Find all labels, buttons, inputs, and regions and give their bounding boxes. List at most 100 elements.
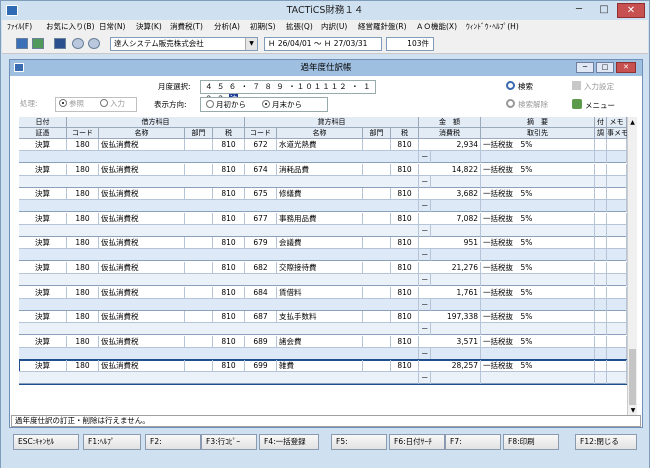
cell-dname[interactable]: 仮払消費税	[99, 360, 185, 373]
menu-extension[interactable]: 拡張(Q)	[286, 20, 313, 34]
menu-analysis[interactable]: 分析(A)	[214, 20, 240, 34]
cell-date[interactable]: 決算	[19, 286, 67, 299]
cell-empty[interactable]	[363, 360, 391, 373]
export-icon[interactable]	[32, 38, 44, 49]
cell-ccode[interactable]: 677	[245, 212, 277, 225]
row-sub[interactable]: －	[19, 224, 627, 237]
cell-sub[interactable]	[595, 274, 607, 286]
cell-empty[interactable]	[595, 163, 607, 176]
cell-cname[interactable]: 諸会費	[277, 335, 363, 348]
cell-sub-marker[interactable]: －	[419, 249, 431, 262]
cell-dcode[interactable]: 180	[67, 163, 99, 176]
cell-empty[interactable]	[363, 163, 391, 176]
cell-dname[interactable]: 仮払消費税	[99, 163, 185, 176]
cell-dtax[interactable]: 810	[213, 188, 245, 201]
cell-sub[interactable]	[19, 298, 419, 311]
inner-close-button[interactable]: ✕	[616, 62, 636, 73]
cell-dtax[interactable]: 810	[213, 360, 245, 373]
month-selector[interactable]: ４ ５ ６ ・ ７ ８ ９ ・１０１１１２ ・ １ ２ ３ 決	[200, 80, 376, 103]
menu-settlement[interactable]: 決算(K)	[136, 20, 162, 34]
row-sub[interactable]: －	[19, 372, 627, 385]
cell-sub[interactable]	[431, 249, 481, 262]
cell-cname[interactable]: 会議費	[277, 237, 363, 250]
f4-bulk-register-button[interactable]: F4:一括登録	[259, 434, 319, 450]
dir-last-radio[interactable]: 月末から	[262, 99, 302, 111]
cell-empty[interactable]	[363, 311, 391, 324]
cell-date[interactable]: 決算	[19, 163, 67, 176]
cell-sub[interactable]	[595, 224, 607, 237]
row-main[interactable]: 決算 180 仮払消費税 810 699 雑費 810 28,257 一括税抜 5%	[19, 360, 627, 373]
cell-sub-marker[interactable]: －	[419, 323, 431, 336]
cell-dcode[interactable]: 180	[67, 139, 99, 151]
cell-empty[interactable]	[185, 139, 213, 151]
search-button[interactable]: 検索	[506, 81, 533, 93]
cell-dcode[interactable]: 180	[67, 262, 99, 274]
cell-empty[interactable]	[363, 286, 391, 299]
f7-button[interactable]: F7:	[445, 434, 501, 450]
cell-empty[interactable]	[607, 311, 627, 324]
row-sub[interactable]: －	[19, 200, 627, 213]
row-sub[interactable]: －	[19, 323, 627, 336]
cell-empty[interactable]	[185, 335, 213, 348]
f6-date-search-button[interactable]: F6:日付ｻｰﾁ	[389, 434, 445, 450]
cell-sub[interactable]	[431, 151, 481, 163]
cell-amount[interactable]: 14,822	[419, 163, 481, 176]
cell-empty[interactable]	[607, 360, 627, 373]
cell-dcode[interactable]: 180	[67, 188, 99, 201]
cell-sub[interactable]	[431, 224, 481, 237]
cell-ccode[interactable]: 687	[245, 311, 277, 324]
cell-amount[interactable]: 2,934	[419, 139, 481, 151]
cell-empty[interactable]	[607, 139, 627, 151]
table-row[interactable]: 決算 180 仮払消費税 810 682 交際接待費 810 21,276 一括税抜 5% －	[19, 262, 627, 286]
cell-empty[interactable]	[363, 212, 391, 225]
cell-empty[interactable]	[363, 237, 391, 250]
minimize-button[interactable]: ─	[567, 3, 591, 18]
cell-empty[interactable]	[607, 237, 627, 250]
cell-cname[interactable]: 賃借料	[277, 286, 363, 299]
row-main[interactable]: 決算 180 仮払消費税 810 675 修繕費 810 3,682 一括税抜 5%	[19, 188, 627, 201]
cell-sub[interactable]	[595, 249, 607, 262]
cell-dtax[interactable]: 810	[213, 262, 245, 274]
cell-empty[interactable]	[595, 311, 607, 324]
cell-sub-marker[interactable]: －	[419, 200, 431, 213]
cell-sub[interactable]	[595, 323, 607, 336]
f5-button[interactable]: F5:	[331, 434, 387, 450]
search-clear-button[interactable]: 検索解除	[506, 99, 548, 111]
cell-amount[interactable]: 3,571	[419, 335, 481, 348]
cell-sub-marker[interactable]: －	[419, 372, 431, 385]
cell-empty[interactable]	[595, 237, 607, 250]
cell-cname[interactable]: 交際接待費	[277, 262, 363, 274]
cell-sub[interactable]	[431, 274, 481, 286]
cell-empty[interactable]	[363, 139, 391, 151]
row-main[interactable]: 決算 180 仮払消費税 810 687 支払手数料 810 197,338 一括税抜 5%	[19, 311, 627, 324]
row-sub[interactable]: －	[19, 298, 627, 311]
cell-sub[interactable]	[431, 298, 481, 311]
cell-empty[interactable]	[185, 360, 213, 373]
cell-date[interactable]: 決算	[19, 237, 67, 250]
f8-print-button[interactable]: F8:印刷	[503, 434, 559, 450]
cell-dcode[interactable]: 180	[67, 311, 99, 324]
cell-dtax[interactable]: 810	[213, 237, 245, 250]
cell-dname[interactable]: 仮払消費税	[99, 286, 185, 299]
cell-sub[interactable]	[19, 200, 419, 213]
scroll-up-icon[interactable]: ▲	[628, 117, 637, 129]
cell-ccode[interactable]: 674	[245, 163, 277, 176]
cell-sub[interactable]	[481, 224, 595, 237]
cell-sub[interactable]	[607, 151, 627, 163]
input-settings-button[interactable]: 入力設定	[572, 81, 614, 93]
row-sub[interactable]: －	[19, 151, 627, 163]
cell-sub[interactable]	[607, 372, 627, 385]
table-row[interactable]: 決算 180 仮払消費税 810 672 水道光熱費 810 2,934 一括税抜 5% －	[19, 139, 627, 163]
f1-help-button[interactable]: F1:ﾍﾙﾌﾟ	[83, 434, 141, 450]
cell-amount[interactable]: 21,276	[419, 262, 481, 274]
cell-memo[interactable]: 一括税抜 5%	[481, 163, 595, 176]
dir-first-radio[interactable]: 月初から	[206, 99, 246, 111]
cell-dtax[interactable]: 810	[213, 163, 245, 176]
cell-ctax[interactable]: 810	[391, 163, 419, 176]
cell-empty[interactable]	[607, 163, 627, 176]
cell-sub-marker[interactable]: －	[419, 274, 431, 286]
cell-sub[interactable]	[481, 249, 595, 262]
cell-sub[interactable]	[19, 372, 419, 385]
cell-empty[interactable]	[595, 335, 607, 348]
row-main[interactable]: 決算 180 仮払消費税 810 677 事務用品費 810 7,082 一括税抜 5%	[19, 212, 627, 225]
